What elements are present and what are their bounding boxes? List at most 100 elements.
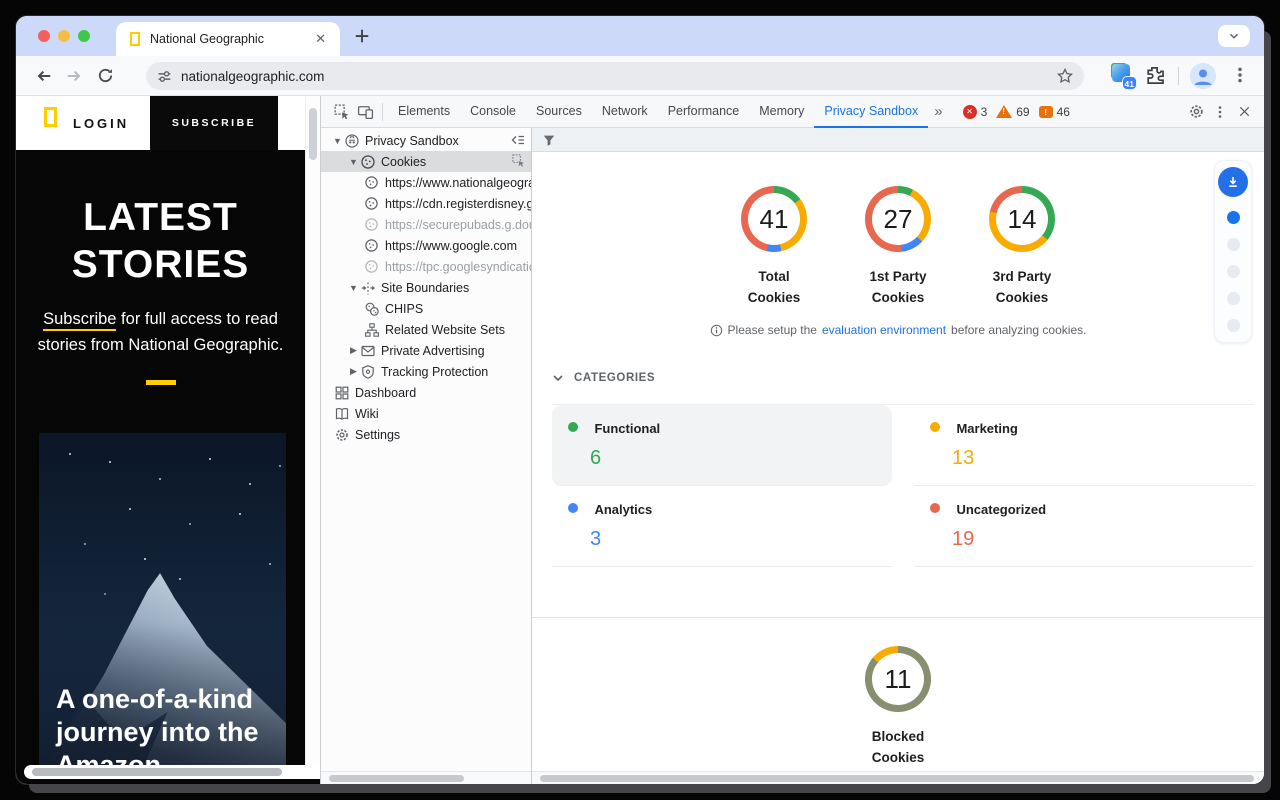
tree-horizontal-scrollbar[interactable]	[321, 771, 531, 784]
filter-funnel-icon[interactable]	[542, 133, 556, 147]
categories-grid: Functional 6 Marketing 13 Analytics	[552, 404, 1254, 567]
tree-item-cookies[interactable]: ▼ Cookies	[321, 151, 531, 172]
extensions-menu-button[interactable]	[1144, 65, 1165, 86]
evaluation-environment-link[interactable]: evaluation environment	[822, 323, 946, 337]
login-link[interactable]: LOGIN	[73, 116, 129, 131]
tab-console[interactable]: Console	[460, 96, 526, 128]
tree-item-wiki[interactable]: Wiki	[321, 403, 531, 424]
console-status[interactable]: ✕ 3 69 ! 46	[963, 105, 1079, 119]
warning-badge-icon	[996, 105, 1012, 118]
tab-title: National Geographic	[150, 32, 311, 46]
first-party-cookies-label: 1st Party Cookies	[838, 266, 958, 308]
main-horizontal-scrollbar[interactable]	[532, 771, 1264, 784]
blocked-cookies-value: 11	[885, 664, 912, 695]
tab-performance[interactable]: Performance	[658, 96, 750, 128]
tab-network[interactable]: Network	[592, 96, 658, 128]
notice-suffix: before analyzing cookies.	[951, 323, 1086, 337]
devtools-settings-button[interactable]	[1184, 100, 1208, 124]
extension-shortcut-button[interactable]: 41	[1110, 63, 1134, 87]
first-party-cookies-donut-chart[interactable]: 27	[865, 186, 931, 252]
cookies-report-area: 41 Total Cookies 27	[532, 152, 1264, 784]
tree-item-settings[interactable]: Settings	[321, 424, 531, 445]
inspect-target-icon[interactable]	[511, 153, 526, 168]
tree-item-private-advertising[interactable]: ▶ Private Advertising	[321, 340, 531, 361]
story-headline-line2: journey into the	[56, 716, 259, 749]
tree-item-chips[interactable]: CHIPS	[321, 298, 531, 319]
bookmark-star-icon[interactable]	[1056, 67, 1074, 85]
third-party-cookies-donut-chart[interactable]: 14	[989, 186, 1055, 252]
expand-arrow-icon[interactable]: ▼	[331, 136, 344, 146]
tab-close-icon[interactable]: ✕	[311, 29, 330, 49]
subscribe-text-link[interactable]: Subscribe	[43, 310, 116, 331]
total-cookies-block: 41 Total Cookies	[714, 186, 834, 308]
categories-section-header[interactable]: CATEGORIES	[552, 372, 655, 384]
tree-item-dashboard[interactable]: Dashboard	[321, 382, 531, 403]
cookie-icon	[364, 175, 380, 191]
tabbar-divider	[382, 103, 383, 121]
category-card-analytics[interactable]: Analytics 3	[552, 486, 892, 567]
category-card-uncategorized[interactable]: Uncategorized 19	[914, 486, 1254, 567]
section-nav-dot[interactable]	[1227, 292, 1240, 305]
download-report-button[interactable]	[1218, 167, 1248, 197]
story-card[interactable]: A one-of-a-kind journey into the Amazon	[39, 433, 286, 779]
page-horizontal-scrollbar-thumb[interactable]	[32, 768, 282, 776]
section-nav-dot-active[interactable]	[1227, 211, 1240, 224]
url-text[interactable]: nationalgeographic.com	[181, 69, 1056, 84]
section-nav-dot[interactable]	[1227, 265, 1240, 278]
site-settings-icon[interactable]	[156, 68, 173, 85]
tab-elements[interactable]: Elements	[388, 96, 460, 128]
profile-avatar[interactable]	[1190, 63, 1216, 89]
reload-button[interactable]	[96, 66, 116, 86]
tab-memory[interactable]: Memory	[749, 96, 814, 128]
tree-item-privacy-sandbox[interactable]: ▼ Privacy Sandbox	[321, 130, 531, 151]
tree-scrollbar-thumb[interactable]	[329, 775, 464, 782]
expand-arrow-icon[interactable]: ▼	[347, 157, 360, 167]
tree-item-cookie-origin[interactable]: https://cdn.registerdisney.go.com	[321, 193, 531, 214]
tab-privacy-sandbox[interactable]: Privacy Sandbox	[814, 96, 928, 128]
expand-arrow-icon[interactable]: ▼	[347, 283, 360, 293]
tree-item-site-boundaries[interactable]: ▼ Site Boundaries	[321, 277, 531, 298]
natgeo-logo-icon[interactable]	[44, 107, 57, 127]
new-tab-button[interactable]	[352, 26, 372, 46]
subscribe-button[interactable]: SUBSCRIBE	[150, 96, 278, 150]
tree-item-cookie-origin[interactable]: https://www.google.com	[321, 235, 531, 256]
tree-item-related-website-sets[interactable]: Related Website Sets	[321, 319, 531, 340]
page-vertical-scrollbar[interactable]	[305, 96, 320, 765]
maximize-window-button[interactable]	[78, 30, 90, 42]
blocked-cookies-donut-chart[interactable]: 11	[865, 646, 931, 712]
back-button[interactable]	[34, 66, 54, 86]
issues-badge-icon: !	[1039, 106, 1053, 118]
section-nav-dot[interactable]	[1227, 238, 1240, 251]
total-cookies-donut-chart[interactable]: 41	[741, 186, 807, 252]
page-vertical-scrollbar-thumb[interactable]	[309, 108, 317, 160]
close-window-button[interactable]	[38, 30, 50, 42]
browser-toolbar: nationalgeographic.com 41	[16, 56, 1264, 96]
kebab-menu-icon	[1212, 104, 1228, 120]
url-bar[interactable]: nationalgeographic.com	[146, 62, 1084, 90]
tree-item-cookie-origin[interactable]: https://www.nationalgeographic.com	[321, 172, 531, 193]
devtools-menu-button[interactable]	[1208, 100, 1232, 124]
collapsed-arrow-icon[interactable]: ▶	[347, 366, 360, 377]
forward-button[interactable]	[64, 66, 84, 86]
more-tabs-icon[interactable]: »	[928, 103, 948, 120]
cookie-donuts-row: 41 Total Cookies 27	[532, 186, 1264, 308]
tree-item-cookie-origin[interactable]: https://tpc.googlesyndication.com	[321, 256, 531, 277]
main-scrollbar-thumb[interactable]	[540, 775, 1254, 782]
inspect-element-button[interactable]	[329, 100, 353, 124]
section-nav-dot[interactable]	[1227, 319, 1240, 332]
browser-menu-button[interactable]	[1230, 65, 1250, 85]
device-toolbar-button[interactable]	[353, 100, 377, 124]
tab-search-button[interactable]	[1218, 25, 1250, 47]
tree-item-tracking-protection[interactable]: ▶ Tracking Protection	[321, 361, 531, 382]
collapse-sidebar-icon[interactable]	[510, 132, 526, 148]
minimize-window-button[interactable]	[58, 30, 70, 42]
devtools-close-button[interactable]	[1232, 100, 1256, 124]
collapsed-arrow-icon[interactable]: ▶	[347, 345, 360, 356]
browser-tab[interactable]: National Geographic ✕	[116, 22, 340, 56]
tab-sources[interactable]: Sources	[526, 96, 592, 128]
chevron-down-icon[interactable]	[552, 372, 564, 384]
tree-item-cookie-origin[interactable]: https://securepubads.g.doubleclick.net	[321, 214, 531, 235]
category-card-marketing[interactable]: Marketing 13	[914, 405, 1254, 486]
page-horizontal-scrollbar[interactable]	[24, 765, 320, 779]
category-card-functional[interactable]: Functional 6	[552, 405, 892, 486]
